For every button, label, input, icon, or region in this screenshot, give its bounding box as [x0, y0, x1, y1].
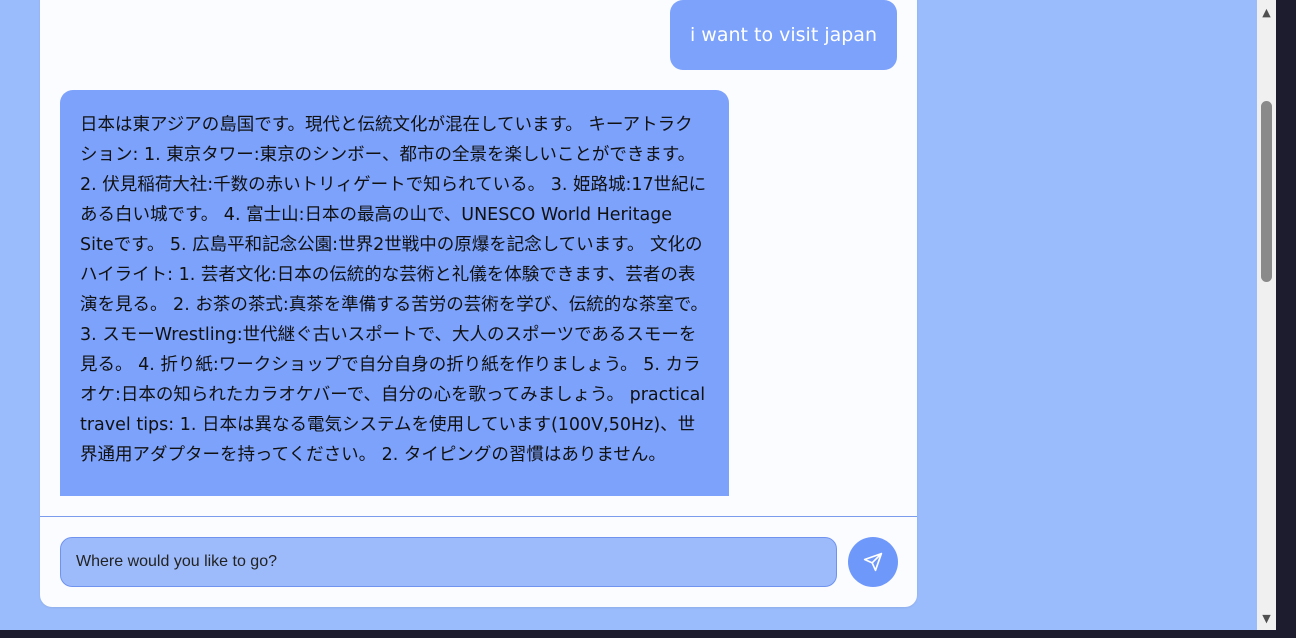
scroll-up-arrow-icon[interactable]: ▲ [1257, 2, 1276, 22]
page-scrollbar[interactable]: ▲ ▼ [1257, 0, 1276, 630]
scroll-thumb[interactable] [1261, 101, 1272, 282]
send-icon [863, 552, 883, 572]
app-viewport: i want to visit japan 日本は東アジアの島国です。現代と伝統… [0, 0, 1276, 630]
message-list[interactable]: i want to visit japan 日本は東アジアの島国です。現代と伝統… [40, 0, 917, 496]
chat-panel: i want to visit japan 日本は東アジアの島国です。現代と伝統… [40, 0, 917, 607]
send-button[interactable] [848, 537, 898, 587]
scroll-down-arrow-icon[interactable]: ▼ [1257, 608, 1276, 628]
assistant-message-bubble: 日本は東アジアの島国です。現代と伝統文化が混在しています。 キーアトラクション:… [60, 90, 729, 496]
composer-divider [40, 516, 917, 517]
destination-input[interactable] [60, 537, 837, 587]
user-message-bubble: i want to visit japan [669, 0, 897, 70]
